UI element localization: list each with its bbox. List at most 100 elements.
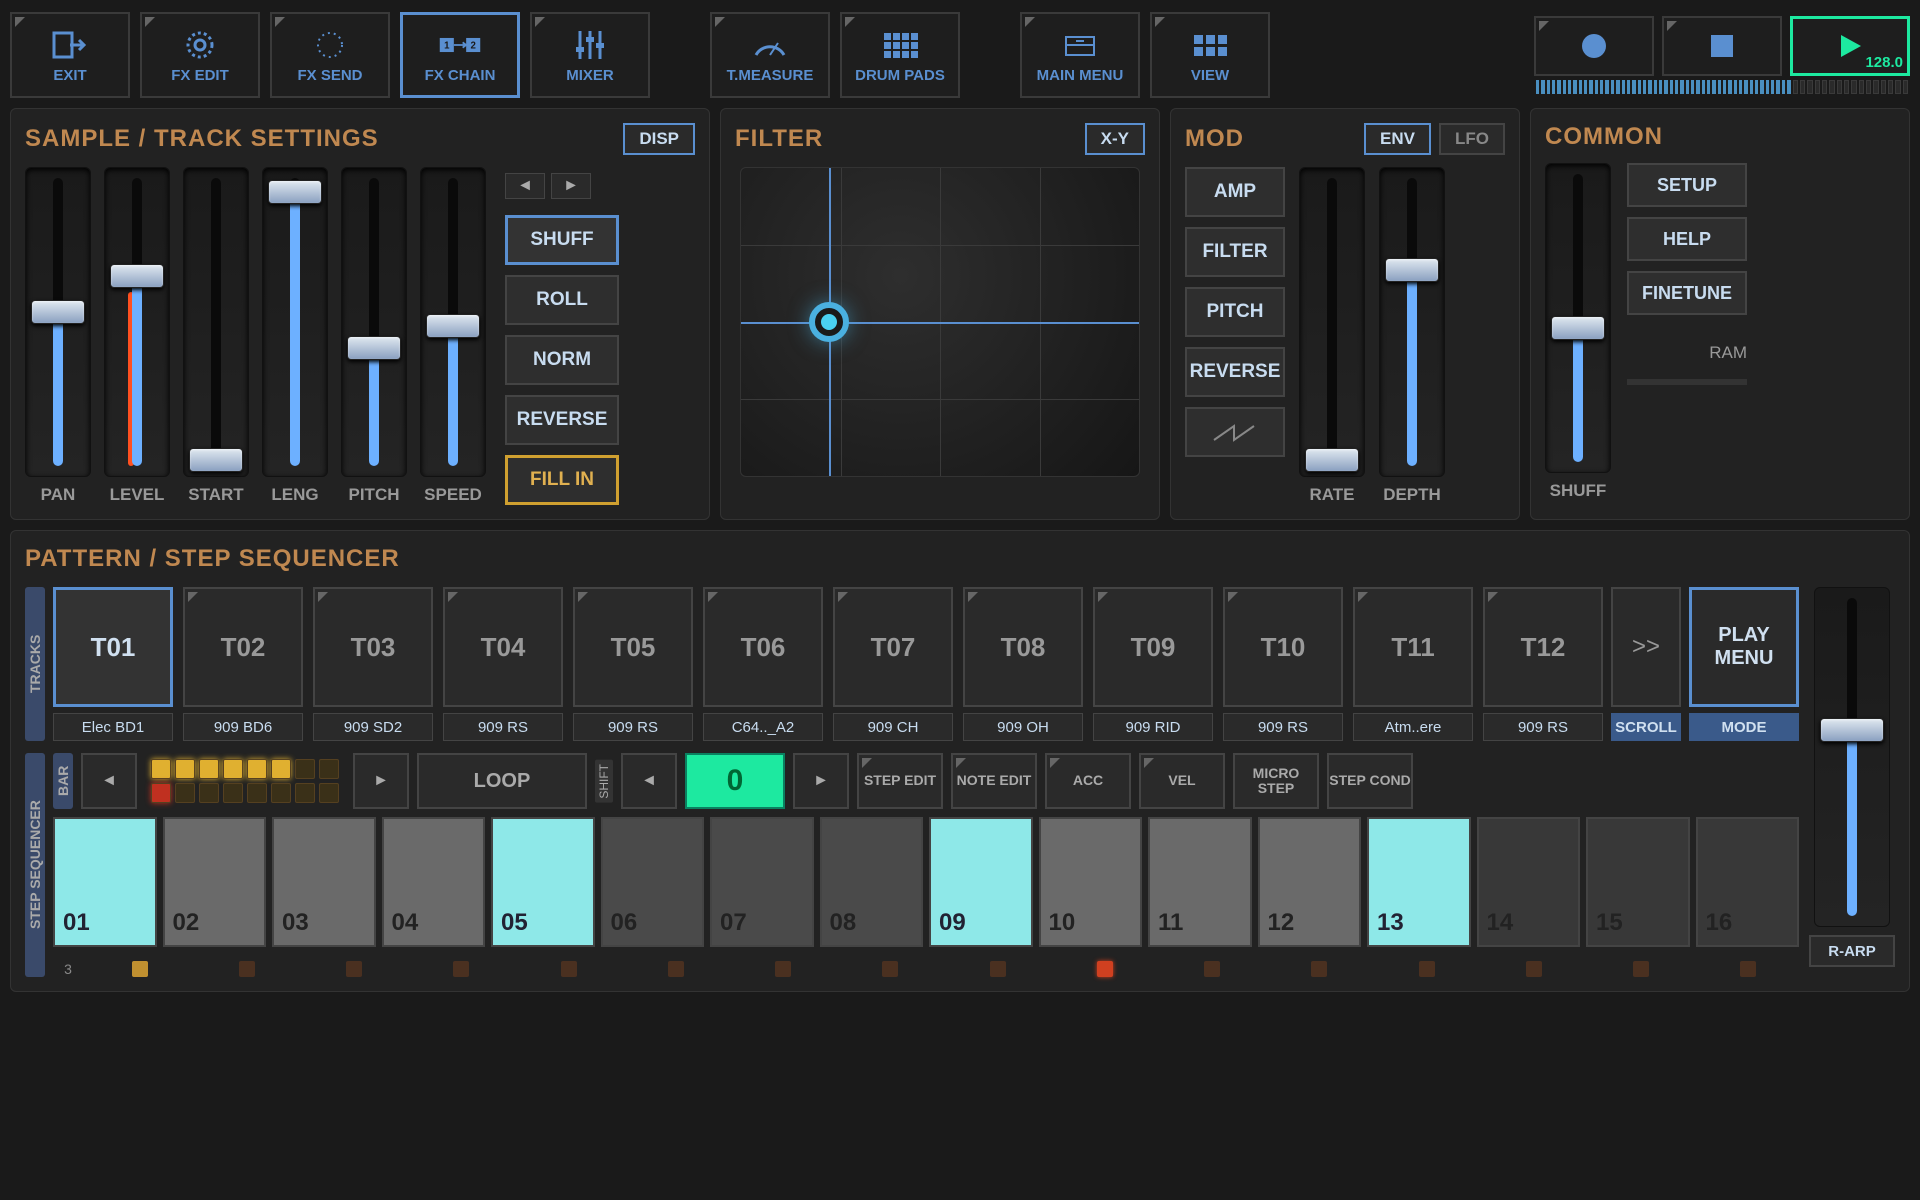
step-08[interactable]: 08 — [820, 817, 924, 947]
xy-pad[interactable] — [740, 167, 1140, 477]
step-11[interactable]: 11 — [1148, 817, 1252, 947]
play-button[interactable]: 128.0 — [1790, 16, 1910, 76]
step-15[interactable]: 15 — [1586, 817, 1690, 947]
track-t01[interactable]: T01 — [53, 587, 173, 707]
fx-edit-button[interactable]: FX EDIT — [140, 12, 260, 98]
start-slider[interactable] — [183, 167, 249, 477]
help-button[interactable]: HELP — [1627, 217, 1747, 261]
track-t11[interactable]: T11 — [1353, 587, 1473, 707]
track-t08[interactable]: T08 — [963, 587, 1083, 707]
roll-button[interactable]: ROLL — [505, 275, 619, 325]
main-menu-label: MAIN MENU — [1037, 67, 1124, 84]
step-14[interactable]: 14 — [1477, 817, 1581, 947]
track-t06[interactable]: T06 — [703, 587, 823, 707]
sample-prev-button[interactable]: ◄ — [505, 173, 545, 199]
step-04[interactable]: 04 — [382, 817, 486, 947]
bar-prev-button[interactable]: ◄ — [81, 753, 137, 809]
t-measure-button[interactable]: T.MEASURE — [710, 12, 830, 98]
track-t09[interactable]: T09 — [1093, 587, 1213, 707]
bar-play-button[interactable]: ► — [353, 753, 409, 809]
step-13[interactable]: 13 — [1367, 817, 1471, 947]
bar-grid[interactable] — [145, 753, 345, 809]
acc-button[interactable]: ACC — [1045, 753, 1131, 809]
mode-label[interactable]: MODE — [1689, 713, 1799, 741]
sample-panel: SAMPLE / TRACK SETTINGS DISP PANLEVELSTA… — [10, 108, 710, 520]
note-edit-button[interactable]: NOTE EDIT — [951, 753, 1037, 809]
track-t05[interactable]: T05 — [573, 587, 693, 707]
step-cond-button[interactable]: STEP COND — [1327, 753, 1413, 809]
play-menu-button[interactable]: PLAY MENU — [1689, 587, 1799, 707]
step-09[interactable]: 09 — [929, 817, 1033, 947]
track-name: 909 RS — [1223, 713, 1343, 741]
ram-label: RAM — [1709, 343, 1747, 363]
view-button[interactable]: VIEW — [1150, 12, 1270, 98]
vel-button[interactable]: VEL — [1139, 753, 1225, 809]
mod-filter-button[interactable]: FILTER — [1185, 227, 1285, 277]
sample-next-button[interactable]: ► — [551, 173, 591, 199]
lfo-button[interactable]: LFO — [1439, 123, 1505, 155]
track-t10[interactable]: T10 — [1223, 587, 1343, 707]
step-12[interactable]: 12 — [1258, 817, 1362, 947]
track-t02[interactable]: T02 — [183, 587, 303, 707]
step-05[interactable]: 05 — [491, 817, 595, 947]
main-menu-button[interactable]: MAIN MENU — [1020, 12, 1140, 98]
finetune-button[interactable]: FINETUNE — [1627, 271, 1747, 315]
step-07[interactable]: 07 — [710, 817, 814, 947]
shuff-button[interactable]: SHUFF — [505, 215, 619, 265]
shift-prev-button[interactable]: ◄ — [621, 753, 677, 809]
exit-button[interactable]: EXIT — [10, 12, 130, 98]
step-02[interactable]: 02 — [163, 817, 267, 947]
step-16[interactable]: 16 — [1696, 817, 1800, 947]
reverse-button[interactable]: REVERSE — [505, 395, 619, 445]
track-t03[interactable]: T03 — [313, 587, 433, 707]
micro-step-button[interactable]: MICRO STEP — [1233, 753, 1319, 809]
disp-button[interactable]: DISP — [623, 123, 695, 155]
mod-panel: MOD ENV LFO AMP FILTER PITCH REVERSE RAT… — [1170, 108, 1520, 520]
track-t12[interactable]: T12 — [1483, 587, 1603, 707]
mod-amp-button[interactable]: AMP — [1185, 167, 1285, 217]
rate-slider[interactable] — [1299, 167, 1365, 477]
fillin-button[interactable]: FILL IN — [505, 455, 619, 505]
pitch-slider[interactable] — [341, 167, 407, 477]
step-10[interactable]: 10 — [1039, 817, 1143, 947]
step-03[interactable]: 03 — [272, 817, 376, 947]
speed-slider[interactable] — [420, 167, 486, 477]
step-edit-button[interactable]: STEP EDIT — [857, 753, 943, 809]
tracks-next-button[interactable]: >> — [1611, 587, 1681, 707]
rate-label: RATE — [1309, 485, 1354, 505]
fx-chain-button[interactable]: 12 FX CHAIN — [400, 12, 520, 98]
sample-title: SAMPLE / TRACK SETTINGS — [25, 125, 379, 153]
drum-pads-button[interactable]: DRUM PADS — [840, 12, 960, 98]
shift-next-button[interactable]: ► — [793, 753, 849, 809]
track-name: 909 RID — [1093, 713, 1213, 741]
leng-slider[interactable] — [262, 167, 328, 477]
track-t04[interactable]: T04 — [443, 587, 563, 707]
pan-slider[interactable] — [25, 167, 91, 477]
mod-wave-button[interactable] — [1185, 407, 1285, 457]
loop-button[interactable]: LOOP — [417, 753, 587, 809]
track-t07[interactable]: T07 — [833, 587, 953, 707]
depth-slider[interactable] — [1379, 167, 1445, 477]
env-button[interactable]: ENV — [1364, 123, 1431, 155]
master-fader[interactable] — [1814, 587, 1890, 927]
mixer-button[interactable]: MIXER — [530, 12, 650, 98]
scroll-label[interactable]: SCROLL — [1611, 713, 1681, 741]
track-name: Atm..ere — [1353, 713, 1473, 741]
mod-pitch-button[interactable]: PITCH — [1185, 287, 1285, 337]
setup-button[interactable]: SETUP — [1627, 163, 1747, 207]
fx-send-icon — [308, 27, 352, 63]
mod-reverse-button[interactable]: REVERSE — [1185, 347, 1285, 397]
common-shuff-slider[interactable] — [1545, 163, 1611, 473]
svg-text:1: 1 — [444, 40, 450, 51]
common-title: COMMON — [1545, 123, 1663, 151]
fx-send-button[interactable]: FX SEND — [270, 12, 390, 98]
level-slider[interactable] — [104, 167, 170, 477]
stop-button[interactable] — [1662, 16, 1782, 76]
step-06[interactable]: 06 — [601, 817, 705, 947]
step-01[interactable]: 01 — [53, 817, 157, 947]
norm-button[interactable]: NORM — [505, 335, 619, 385]
xy-button[interactable]: X-Y — [1085, 123, 1145, 155]
filter-title: FILTER — [735, 125, 823, 153]
record-button[interactable] — [1534, 16, 1654, 76]
rarp-button[interactable]: R-ARP — [1809, 935, 1895, 967]
